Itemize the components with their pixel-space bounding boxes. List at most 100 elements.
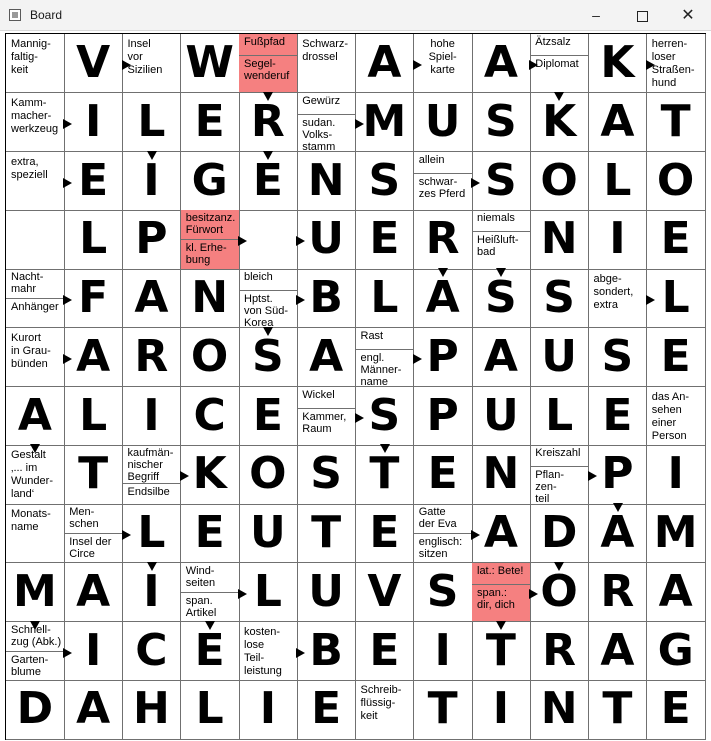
letter-cell[interactable]: I xyxy=(64,621,123,681)
split-clue-cell[interactable]: Nacht- mahr Anhänger xyxy=(6,269,65,329)
letter-cell[interactable]: I xyxy=(413,621,473,681)
letter-cell[interactable]: O xyxy=(530,151,589,211)
split-clue-cell[interactable]: Men- schen Insel der Circe xyxy=(64,504,123,564)
letter-cell[interactable]: L xyxy=(355,269,415,329)
letter-cell[interactable]: L xyxy=(239,562,298,622)
title-bar[interactable]: Board – ✕ xyxy=(0,0,711,31)
letter-cell[interactable]: K xyxy=(530,92,589,152)
letter-cell[interactable]: A xyxy=(413,269,473,329)
letter-cell[interactable]: N xyxy=(297,151,356,211)
letter-cell[interactable]: T xyxy=(646,92,706,152)
letter-cell[interactable]: S xyxy=(530,269,589,329)
letter-cell[interactable]: O xyxy=(646,151,706,211)
letter-cell[interactable]: E xyxy=(355,210,415,270)
split-clue-cell[interactable]: niemals Heißluft- bad xyxy=(472,210,531,270)
letter-cell[interactable]: E xyxy=(355,504,415,564)
letter-cell[interactable]: O xyxy=(239,445,298,505)
letter-cell[interactable]: U xyxy=(297,210,356,270)
clue-cell[interactable]: extra, speziell xyxy=(6,151,65,211)
letter-cell[interactable]: S xyxy=(413,562,473,622)
letter-cell[interactable]: U xyxy=(472,386,531,446)
split-clue-cell[interactable]: Wickel Kammer, Raum xyxy=(297,386,356,446)
letter-cell[interactable]: U xyxy=(297,562,356,622)
letter-cell[interactable]: D xyxy=(6,680,65,740)
letter-cell[interactable]: E xyxy=(588,386,648,446)
letter-cell[interactable]: L xyxy=(122,504,182,564)
clue-cell[interactable]: Schreib- flüssig- keit xyxy=(355,680,415,740)
letter-cell[interactable]: E xyxy=(413,445,473,505)
letter-cell[interactable]: A xyxy=(588,504,648,564)
letter-cell[interactable]: T xyxy=(588,680,648,740)
letter-cell[interactable]: A xyxy=(122,269,182,329)
letter-cell[interactable]: C xyxy=(122,621,182,681)
letter-cell[interactable]: E xyxy=(646,210,706,270)
clue-cell[interactable]: Kamm- macher- werkzeug xyxy=(6,92,65,152)
letter-cell[interactable]: A xyxy=(297,327,356,387)
split-clue-cell[interactable]: Ätzsalz Diplomat xyxy=(530,34,589,94)
letter-cell[interactable]: L xyxy=(122,92,182,152)
letter-cell[interactable]: R xyxy=(239,92,298,152)
letter-cell[interactable]: E xyxy=(646,327,706,387)
letter-cell[interactable]: N xyxy=(180,269,240,329)
letter-cell[interactable]: I xyxy=(64,92,123,152)
letter-cell[interactable]: G xyxy=(180,151,240,211)
maximize-button[interactable] xyxy=(619,0,665,31)
letter-cell[interactable]: A xyxy=(472,504,531,564)
letter-cell[interactable]: I xyxy=(239,680,298,740)
clue-cell[interactable]: Schwarz- drossel xyxy=(297,34,356,94)
split-clue-cell[interactable]: besitzanz. Fürwort kl. Erhe- bung xyxy=(180,210,240,270)
letter-cell[interactable]: C xyxy=(180,386,240,446)
letter-cell[interactable]: K xyxy=(180,445,240,505)
letter-cell[interactable]: R xyxy=(530,621,589,681)
letter-cell[interactable]: M xyxy=(6,562,65,622)
letter-cell[interactable]: T xyxy=(64,445,123,505)
letter-cell[interactable]: I xyxy=(122,562,182,622)
letter-cell[interactable]: E xyxy=(239,151,298,211)
split-clue-cell[interactable]: allein schwar- zes Pferd xyxy=(413,151,473,211)
split-clue-cell[interactable]: Fußpfad Segel- wenderuf xyxy=(239,34,298,94)
letter-cell[interactable]: S xyxy=(355,151,415,211)
letter-cell[interactable]: A xyxy=(64,680,123,740)
letter-cell[interactable]: A xyxy=(588,621,648,681)
letter-cell[interactable]: U xyxy=(530,327,589,387)
letter-cell[interactable]: K xyxy=(588,34,648,94)
letter-cell[interactable]: B xyxy=(297,621,356,681)
letter-cell[interactable]: R xyxy=(413,210,473,270)
letter-cell[interactable]: A xyxy=(64,327,123,387)
split-clue-cell[interactable]: bleich Hptst. von Süd- Korea xyxy=(239,269,298,329)
letter-cell[interactable]: N xyxy=(530,680,589,740)
letter-cell[interactable]: S xyxy=(239,327,298,387)
letter-cell[interactable]: R xyxy=(588,562,648,622)
letter-cell[interactable]: I xyxy=(122,151,182,211)
clue-cell[interactable]: hohe Spiel- karte xyxy=(413,34,473,94)
split-clue-cell[interactable]: kaufmän- nischer Begriff Endsilbe xyxy=(122,445,182,505)
split-clue-cell[interactable]: lat.: Bete! span.: dir, dich xyxy=(472,562,531,622)
letter-cell[interactable]: S xyxy=(355,386,415,446)
letter-cell[interactable]: E xyxy=(239,386,298,446)
split-clue-cell[interactable]: Gewürz sudan. Volks- stamm xyxy=(297,92,356,152)
letter-cell[interactable]: E xyxy=(646,680,706,740)
clue-cell[interactable]: Gestalt ‚... im Wunder- land‘ xyxy=(6,445,65,505)
letter-cell[interactable] xyxy=(6,210,65,270)
letter-cell[interactable]: I xyxy=(472,680,531,740)
letter-cell[interactable]: T xyxy=(297,504,356,564)
letter-cell[interactable]: L xyxy=(646,269,706,329)
letter-cell[interactable]: R xyxy=(122,327,182,387)
letter-cell[interactable]: U xyxy=(413,92,473,152)
letter-cell[interactable]: S xyxy=(472,151,531,211)
letter-cell[interactable]: S xyxy=(472,92,531,152)
letter-cell[interactable]: P xyxy=(413,386,473,446)
letter-cell[interactable]: A xyxy=(6,386,65,446)
letter-cell[interactable]: A xyxy=(64,562,123,622)
letter-cell[interactable]: H xyxy=(122,680,182,740)
clue-cell[interactable]: Mannig- faltig- keit xyxy=(6,34,65,94)
split-clue-cell[interactable]: Gatte der Eva englisch: sitzen xyxy=(413,504,473,564)
clue-cell[interactable]: das An- sehen einer Person xyxy=(646,386,706,446)
letter-cell[interactable]: E xyxy=(180,504,240,564)
letter-cell[interactable]: D xyxy=(530,504,589,564)
letter-cell[interactable]: A xyxy=(472,327,531,387)
letter-cell[interactable]: A xyxy=(472,34,531,94)
letter-cell[interactable]: O xyxy=(180,327,240,387)
letter-cell[interactable]: L xyxy=(530,386,589,446)
split-clue-cell[interactable]: Wind- seiten span. Artikel xyxy=(180,562,240,622)
